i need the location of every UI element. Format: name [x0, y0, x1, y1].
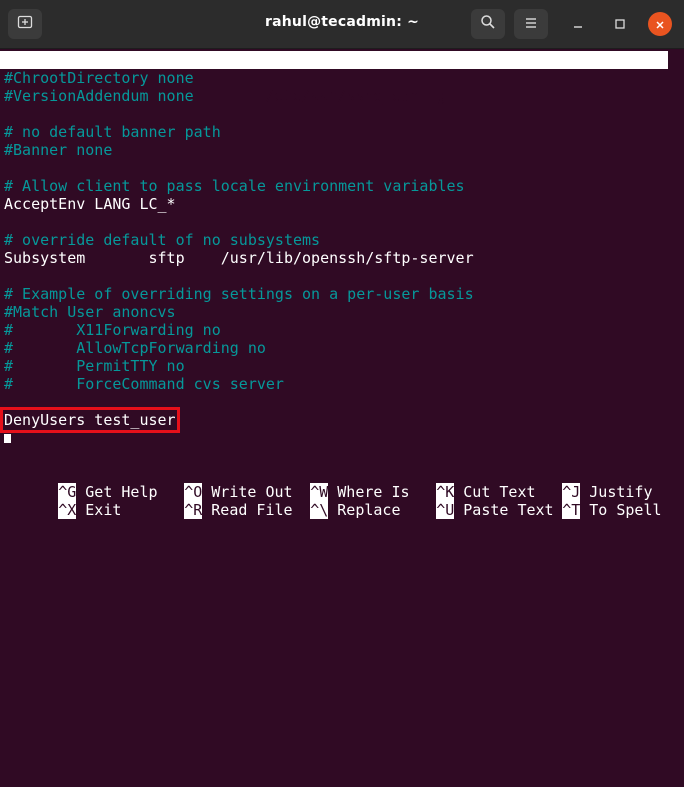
- hamburger-menu-icon: [524, 15, 538, 34]
- maximize-button[interactable]: [608, 12, 632, 36]
- title-bar: rahul@tecadmin: ~: [0, 0, 684, 49]
- shortcut-replace[interactable]: ^\ Replace: [256, 483, 401, 519]
- editor-line[interactable]: # no default banner path: [4, 123, 221, 141]
- text-cursor: [4, 434, 11, 443]
- editor-line[interactable]: # X11Forwarding no: [4, 321, 221, 339]
- editor-line[interactable]: #Banner none: [4, 141, 112, 159]
- terminal-area[interactable]: GNU nano 4.8 /etc/ssh/sshd_config #Chroo…: [0, 49, 672, 519]
- terminal-window: rahul@tecadmin: ~ GNU nano 4.8 /etc/ssh/…: [0, 0, 684, 519]
- terminal-scrollbar[interactable]: [672, 49, 684, 506]
- new-tab-button[interactable]: [8, 9, 42, 39]
- highlight-annotation-box: [0, 407, 180, 433]
- shortcut-justify[interactable]: ^J Justify: [508, 465, 653, 501]
- editor-line[interactable]: #ChrootDirectory none: [4, 69, 194, 87]
- editor-line[interactable]: Subsystem sftp /usr/lib/openssh/sftp-ser…: [4, 249, 474, 267]
- shortcut-key: ^R: [184, 501, 203, 519]
- shortcut-key: ^X: [58, 501, 77, 519]
- maximize-icon: [614, 15, 626, 34]
- search-icon: [480, 14, 496, 34]
- close-icon: [655, 15, 665, 34]
- menu-button[interactable]: [514, 9, 548, 39]
- search-button[interactable]: [471, 9, 505, 39]
- shortcut-to-spell[interactable]: ^T To Spell: [508, 483, 662, 519]
- shortcut-label: To Spell: [589, 501, 662, 519]
- shortcut-key: ^T: [562, 501, 581, 519]
- minimize-icon: [572, 15, 584, 34]
- shortcut-key: ^\: [310, 501, 329, 519]
- editor-line[interactable]: AcceptEnv LANG LC_*: [4, 195, 176, 213]
- nano-header-bar: GNU nano 4.8 /etc/ssh/sshd_config: [0, 51, 668, 105]
- editor-line[interactable]: # PermitTTY no: [4, 357, 185, 375]
- minimize-button[interactable]: [566, 12, 590, 36]
- shortcut-label: Exit: [85, 501, 122, 519]
- editor-line[interactable]: # ForceCommand cvs server: [4, 375, 284, 393]
- shortcut-exit[interactable]: ^X Exit: [4, 483, 121, 519]
- nano-filename: /etc/ssh/sshd_config: [265, 87, 446, 105]
- editor-line[interactable]: #Match User anoncvs: [4, 303, 176, 321]
- editor-line[interactable]: #VersionAddendum none: [4, 87, 194, 105]
- editor-line[interactable]: # Allow client to pass locale environmen…: [4, 177, 465, 195]
- editor-line[interactable]: # AllowTcpForwarding no: [4, 339, 266, 357]
- editor-line[interactable]: # override default of no subsystems: [4, 231, 320, 249]
- close-button[interactable]: [648, 12, 672, 36]
- new-tab-icon: [17, 14, 33, 34]
- editor-line[interactable]: # Example of overriding settings on a pe…: [4, 285, 474, 303]
- shortcut-key: ^U: [436, 501, 455, 519]
